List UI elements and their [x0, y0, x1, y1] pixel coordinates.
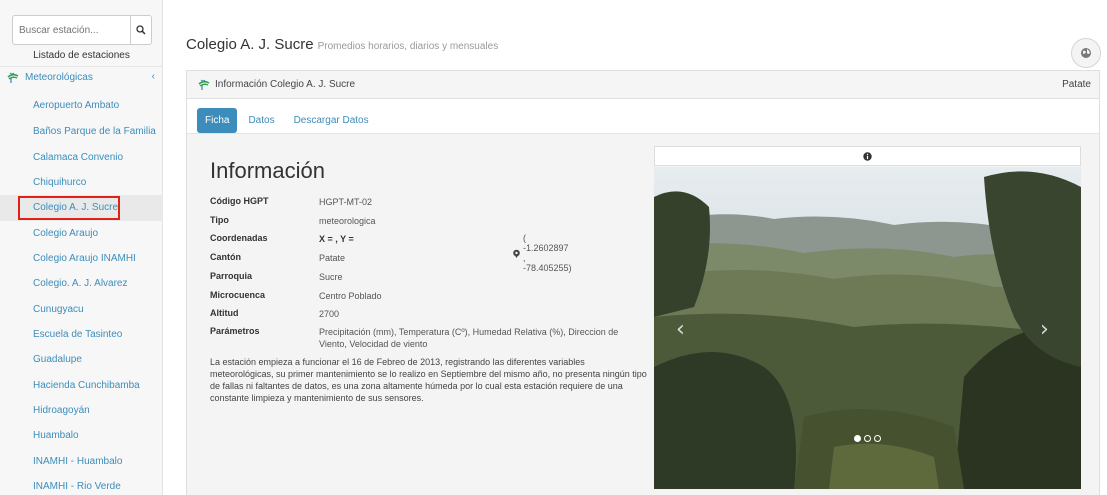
search-icon [136, 25, 146, 35]
station-item[interactable]: Hidroagoyán [0, 398, 163, 424]
station-item[interactable]: Huambalo [0, 423, 163, 449]
station-item-selected[interactable]: Colegio A. J. Sucre [0, 195, 163, 221]
station-item[interactable]: Colegio Araujo [0, 221, 163, 247]
station-list-title: Listado de estaciones [33, 50, 130, 61]
tab-ficha[interactable]: Ficha [197, 108, 238, 133]
page-title-text: Colegio A. J. Sucre [186, 36, 314, 53]
station-item[interactable]: Escuela de Tasinteo [0, 322, 163, 348]
info-value: X = , Y = [319, 234, 354, 244]
globe-button[interactable] [1071, 38, 1101, 68]
search-bar [12, 15, 152, 45]
tab-datos[interactable]: Datos [240, 108, 282, 133]
info-value: Sucre [319, 272, 343, 282]
station-item[interactable]: Aeropuerto Ambato [0, 93, 163, 119]
info-key: Parámetros [210, 326, 260, 336]
station-item[interactable]: Cunugyacu [0, 297, 163, 323]
station-item[interactable]: Colegio Araujo INAMHI [0, 246, 163, 272]
station-item[interactable]: INAMHI - Huambalo [0, 449, 163, 475]
info-value: Centro Poblado [319, 291, 382, 301]
carousel-indicators [854, 435, 884, 442]
info-key: Código HGPT [210, 196, 269, 206]
globe-icon [1081, 48, 1091, 58]
info-key: Altitud [210, 308, 239, 318]
carousel-dot[interactable] [864, 435, 871, 442]
info-value: HGPT-MT-02 [319, 197, 373, 207]
panel-heading: Información Colegio A. J. Sucre [215, 79, 356, 90]
location-label: Patate [1062, 79, 1091, 90]
category-label: Meteorológicas [25, 72, 93, 83]
search-input[interactable] [12, 15, 130, 45]
station-item[interactable]: Colegio. A. J. Alvarez [0, 271, 163, 297]
tab-bar: Ficha Datos Descargar Datos [197, 108, 380, 133]
station-item[interactable]: Chiquihurco [0, 170, 163, 196]
info-key: Cantón [210, 252, 241, 262]
info-value: meteorologica [319, 216, 376, 226]
page-title: Colegio A. J. Sucre Promedios horarios, d… [186, 36, 498, 53]
chevron-left-icon[interactable]: ‹ [152, 71, 155, 82]
info-key: Coordenadas [210, 233, 268, 243]
carousel-next-icon[interactable]: › [1040, 317, 1049, 342]
info-key: Parroquia [210, 271, 253, 281]
carousel-dot[interactable] [874, 435, 881, 442]
info-icon[interactable] [863, 151, 872, 161]
category-meteorologicas[interactable]: Meteorológicas ‹ [0, 66, 163, 88]
carousel-header [654, 146, 1081, 166]
selection-highlight [18, 196, 120, 220]
station-item[interactable]: Hacienda Cunchibamba [0, 373, 163, 399]
info-key: Tipo [210, 215, 229, 225]
station-description: La estación empieza a funcionar el 16 de… [210, 357, 647, 403]
station-item[interactable]: Guadalupe [0, 347, 163, 373]
info-key: Microcuenca [210, 290, 266, 300]
info-title: Información [210, 158, 325, 183]
station-item[interactable]: INAMHI - Rio Verde [0, 474, 163, 495]
page-subtitle: Promedios horarios, diarios y mensuales [317, 41, 499, 52]
info-value: Precipitación (mm), Temperatura (Cº), Hu… [319, 327, 619, 349]
tab-descargar-datos[interactable]: Descargar Datos [286, 108, 377, 133]
carousel-prev-icon[interactable]: ‹ [676, 317, 685, 342]
sidebar: Listado de estaciones Meteorológicas ‹ A… [0, 0, 163, 495]
weather-icon [197, 79, 211, 91]
info-value: Patate [319, 253, 346, 263]
weather-icon [6, 72, 20, 84]
station-item[interactable]: Baños Parque de la Familia [0, 119, 163, 145]
carousel-dot[interactable] [854, 435, 861, 442]
info-value: 2700 [319, 309, 340, 319]
photo-carousel[interactable]: ‹ › [654, 167, 1081, 489]
panel-header: Información Colegio A. J. Sucre Patate [187, 71, 1099, 99]
station-item[interactable]: Calamaca Convenio [0, 145, 163, 171]
search-button[interactable] [130, 15, 152, 45]
